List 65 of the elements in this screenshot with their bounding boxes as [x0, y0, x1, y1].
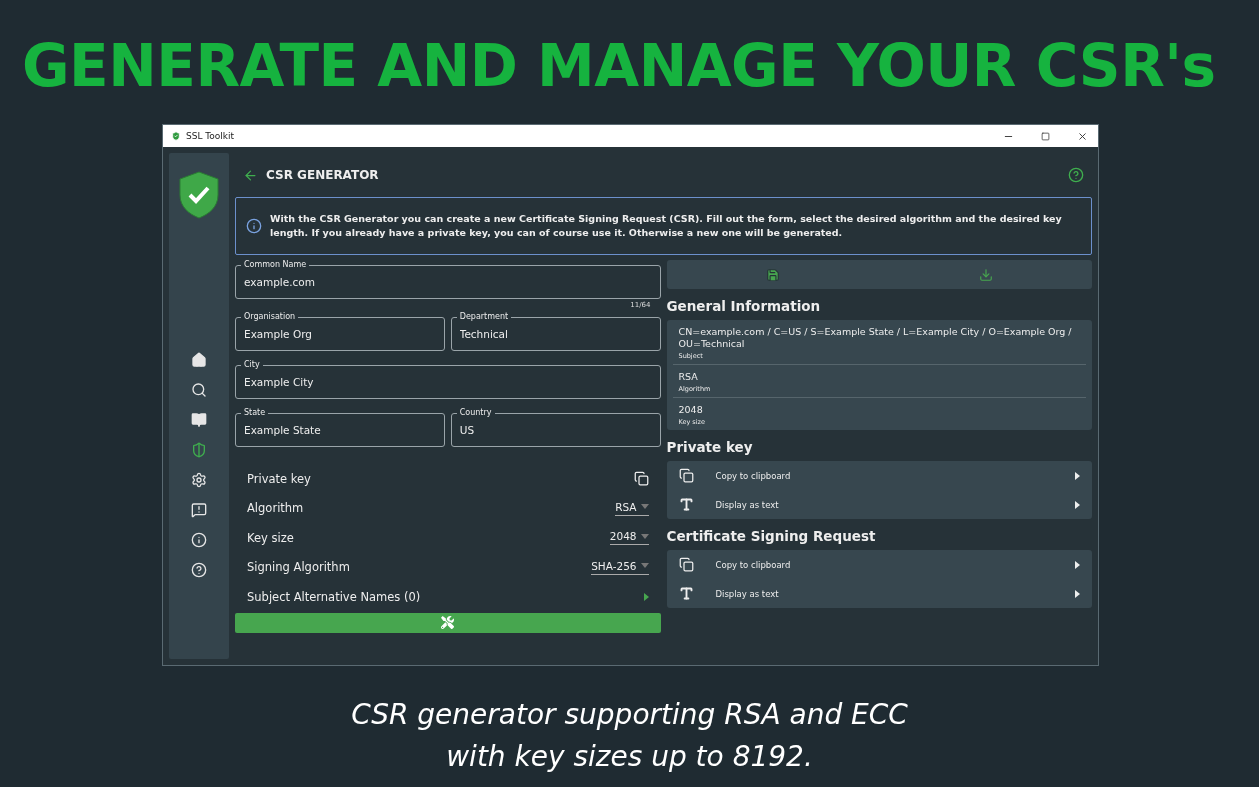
- text-icon: [678, 497, 694, 512]
- text-field[interactable]: State Example State: [235, 408, 445, 447]
- info-value: CN=example.com / C=US / S=Example State / L=Example City / O=Example Org / OU=Technical: [678, 326, 1073, 350]
- shield-icon: [171, 131, 181, 141]
- arrow-right-icon: [1075, 589, 1080, 598]
- action-label: Display as text: [715, 588, 780, 599]
- info-value: 2048: [678, 404, 704, 416]
- field-label: State: [243, 408, 267, 418]
- action-label: Copy to clipboard: [715, 470, 792, 481]
- action-item[interactable]: Copy to clipboard: [672, 550, 1086, 579]
- info-icon: [246, 218, 262, 234]
- download-icon: [978, 267, 993, 282]
- option-label: Algorithm: [247, 501, 304, 516]
- field-label: City: [243, 360, 261, 370]
- arrow-right-icon: [1075, 471, 1080, 480]
- caret-icon: [640, 563, 649, 569]
- field-value[interactable]: Example City: [244, 370, 652, 390]
- field-value[interactable]: US: [459, 418, 652, 438]
- generate-button[interactable]: [235, 612, 661, 633]
- copy-icon: [678, 557, 694, 572]
- action-label: Copy to clipboard: [715, 559, 792, 570]
- action-label: Display as text: [715, 499, 780, 510]
- copy-icon: [678, 468, 694, 483]
- caret-icon: [640, 504, 649, 510]
- field-label: Common Name: [243, 260, 308, 270]
- section-title: Certificate Signing Request: [666, 528, 877, 544]
- field-value[interactable]: Example Org: [244, 322, 436, 342]
- caption-line: with key sizes up to 8192.: [446, 739, 813, 775]
- text-field[interactable]: Organisation Example Org: [235, 312, 445, 351]
- section-title: Private key: [666, 439, 754, 455]
- option-label: Signing Algorithm: [247, 560, 350, 575]
- arrow-right-icon: [643, 592, 649, 601]
- option-label: Subject Alternative Names (0): [247, 589, 421, 604]
- field-value[interactable]: Technical: [459, 322, 652, 342]
- text-field[interactable]: City Example City: [235, 360, 661, 399]
- dropdown[interactable]: RSA: [615, 500, 649, 516]
- text-field[interactable]: Country US: [450, 408, 661, 447]
- dropdown[interactable]: 2048: [609, 530, 649, 546]
- window-title: SSL Toolkit: [186, 131, 236, 141]
- arrow-right-icon: [1075, 560, 1080, 569]
- caption-line: CSR generator supporting RSA and ECC: [351, 697, 908, 733]
- field-value[interactable]: Example State: [244, 418, 436, 438]
- save-icon: [765, 267, 780, 282]
- field-label: Department: [458, 312, 510, 322]
- dropdown[interactable]: SHA-256: [591, 559, 649, 575]
- page-title: CSR GENERATOR: [266, 168, 380, 182]
- text-field[interactable]: Department Technical: [450, 312, 661, 351]
- info-value: RSA: [678, 371, 699, 383]
- field-label: Organisation: [243, 312, 297, 322]
- headline: GENERATE AND MANAGE YOUR CSR's: [22, 31, 1216, 102]
- text-icon: [678, 586, 694, 601]
- field-value[interactable]: example.com: [244, 270, 652, 290]
- action-item[interactable]: Display as text: [672, 490, 1086, 519]
- expand-button[interactable]: [643, 592, 649, 601]
- action-item[interactable]: Display as text: [672, 579, 1086, 608]
- info-text: With the CSR Generator you can create a new Certificate Signing Request (CSR). Fill out the form, select the desired algorithm and the desired key length. If you already have a private key, you can of course use it. Otherwise a new one will be generated.: [270, 212, 1063, 240]
- option-label: Private key: [247, 471, 311, 486]
- field-label: Country: [458, 408, 493, 418]
- caret-icon: [640, 533, 649, 539]
- arrow-right-icon: [1075, 500, 1080, 509]
- tools-icon: [441, 616, 455, 629]
- action-item[interactable]: Copy to clipboard: [672, 461, 1086, 490]
- option-label: Key size: [247, 530, 294, 545]
- text-field[interactable]: Common Name example.com: [235, 260, 661, 299]
- section-title: General Information: [666, 298, 822, 314]
